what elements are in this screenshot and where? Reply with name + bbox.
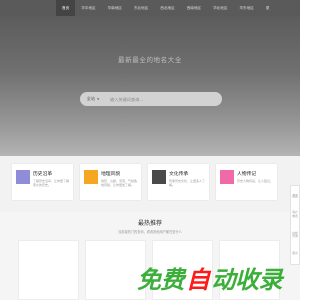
card-title: 地理风貌 xyxy=(101,172,121,177)
recommend-subtitle: 当前最热门的查询，看看其他用户都在查什么 xyxy=(118,230,182,234)
floating-side-panel: 首页 客户电话 在线咨询 留言 xyxy=(290,185,300,265)
feature-cards: 历史沿革 了解历史沿革，让你更了解家乡的历史。 地理风貌 地形、山脉、河流，气候… xyxy=(12,164,280,200)
main-nav: 首页 华中地区 华南地区 东北地区 西北地区 西南地区 华北地区 华东地区 更 xyxy=(0,0,300,16)
feature-card-geography[interactable]: 地理风貌 地形、山脉、河流，气候各地风貌，让你更加了解。 xyxy=(80,164,141,200)
culture-thumbnail xyxy=(152,170,166,184)
nav-item-east[interactable]: 华东地区 xyxy=(233,0,259,16)
nav-item-north[interactable]: 华北地区 xyxy=(207,0,233,16)
nav-item-northeast[interactable]: 东北地区 xyxy=(128,0,154,16)
side-item-message[interactable]: 留言 xyxy=(291,251,299,255)
recommend-title: 最热推荐 xyxy=(137,220,162,227)
geography-thumbnail xyxy=(84,170,98,184)
card-title: 历史沿革 xyxy=(33,172,53,177)
nav-item-home[interactable]: 首页 xyxy=(56,0,76,16)
nav-item-more[interactable]: 更 xyxy=(260,0,276,16)
card-title: 人物传记 xyxy=(237,172,257,177)
feature-card-culture[interactable]: 文化传承 传承历史文化，让更多人了解。 xyxy=(148,164,209,200)
nav-item-central[interactable]: 华中地区 xyxy=(75,0,101,16)
nav-item-northwest[interactable]: 西北地区 xyxy=(154,0,180,16)
hero-title: 最新最全的地名大全 xyxy=(118,56,182,64)
auto-include-watermark: 免费 自 动收录 xyxy=(137,260,282,295)
card-desc: 历史人物风采，让人铭记。 xyxy=(237,179,274,183)
search-input[interactable] xyxy=(106,92,222,106)
chevron-down-icon: ▼ xyxy=(97,97,100,101)
people-thumbnail xyxy=(220,170,234,184)
search-category-select[interactable]: 全站 ▼ xyxy=(80,96,106,102)
watermark-text-green: 免费 xyxy=(137,266,185,294)
card-desc: 传承历史文化，让更多人了解。 xyxy=(169,179,206,188)
recommend-card[interactable] xyxy=(18,240,79,300)
search-bar: 全站 ▼ xyxy=(80,92,222,106)
side-item-home[interactable]: 首页 xyxy=(291,194,299,198)
feature-card-history[interactable]: 历史沿革 了解历史沿革，让你更了解家乡的历史。 xyxy=(12,164,73,200)
watermark-text-red: 自 xyxy=(186,266,210,294)
feature-card-people[interactable]: 人物传记 历史人物风采，让人铭记。 xyxy=(216,164,277,200)
hero-banner: 最新最全的地名大全 全站 ▼ xyxy=(0,16,300,156)
card-title: 文化传承 xyxy=(169,172,189,177)
nav-item-southwest[interactable]: 西南地区 xyxy=(181,0,207,16)
card-desc: 了解历史沿革，让你更了解家乡的历史。 xyxy=(33,179,70,188)
card-desc: 地形、山脉、河流，气候各地风貌，让你更加了解。 xyxy=(101,179,138,188)
side-item-consult[interactable]: 在线咨询 xyxy=(291,231,299,239)
watermark-text-green-2: 动收录 xyxy=(211,266,283,294)
search-category-label: 全站 xyxy=(86,96,96,101)
history-thumbnail xyxy=(16,170,30,184)
side-item-phone[interactable]: 客户电话 xyxy=(291,211,299,218)
nav-item-south[interactable]: 华南地区 xyxy=(102,0,128,16)
